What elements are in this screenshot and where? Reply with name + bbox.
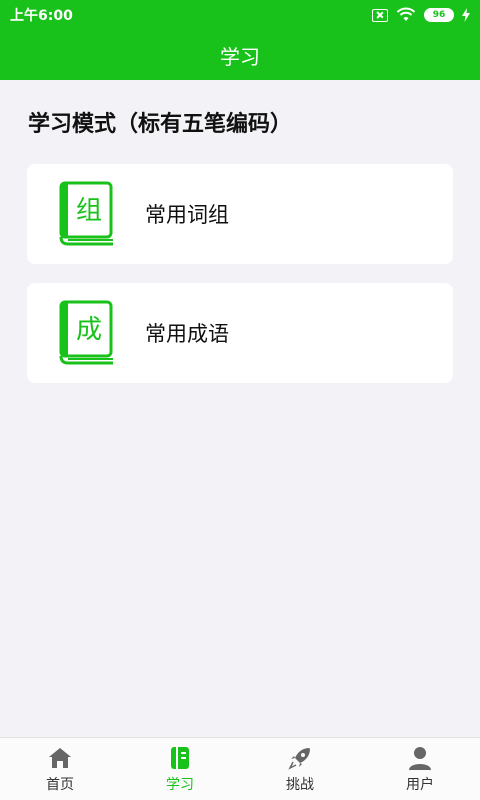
tab-label: 首页 <box>46 777 74 793</box>
charging-icon <box>462 8 470 22</box>
card-label: 常用成语 <box>145 322 229 346</box>
rocket-icon <box>288 748 310 770</box>
bottom-tab-bar: 首页 学习 挑战 用户 <box>0 737 480 800</box>
card-label: 常用词组 <box>145 203 229 227</box>
home-icon <box>49 748 71 768</box>
app-header: 学习 <box>0 30 480 80</box>
wifi-icon <box>396 7 416 21</box>
book-glyph: 组 <box>76 196 102 226</box>
tab-user[interactable]: 用户 <box>360 738 480 800</box>
tab-label: 挑战 <box>286 777 314 793</box>
status-icons: 96 <box>372 7 470 23</box>
book-icon: 组 <box>59 181 113 246</box>
section-title: 学习模式（标有五笔编码） <box>28 112 293 137</box>
tab-label: 用户 <box>406 777 434 793</box>
tab-label: 学习 <box>166 777 194 793</box>
phrases-card[interactable]: 组 常用词组 <box>27 164 453 264</box>
book-icon <box>171 747 189 769</box>
no-sim-icon <box>372 8 388 22</box>
page-title: 学习 <box>220 44 260 69</box>
battery-indicator: 96 <box>424 8 454 22</box>
user-icon <box>409 747 431 770</box>
book-glyph: 成 <box>76 315 102 345</box>
tab-home[interactable]: 首页 <box>0 738 120 800</box>
status-time: 上午6:00 <box>10 8 73 24</box>
idioms-card[interactable]: 成 常用成语 <box>27 283 453 383</box>
status-bar: 上午6:00 96 <box>0 0 480 30</box>
book-icon: 成 <box>59 300 113 365</box>
tab-challenge[interactable]: 挑战 <box>240 738 360 800</box>
tab-study[interactable]: 学习 <box>120 738 240 800</box>
